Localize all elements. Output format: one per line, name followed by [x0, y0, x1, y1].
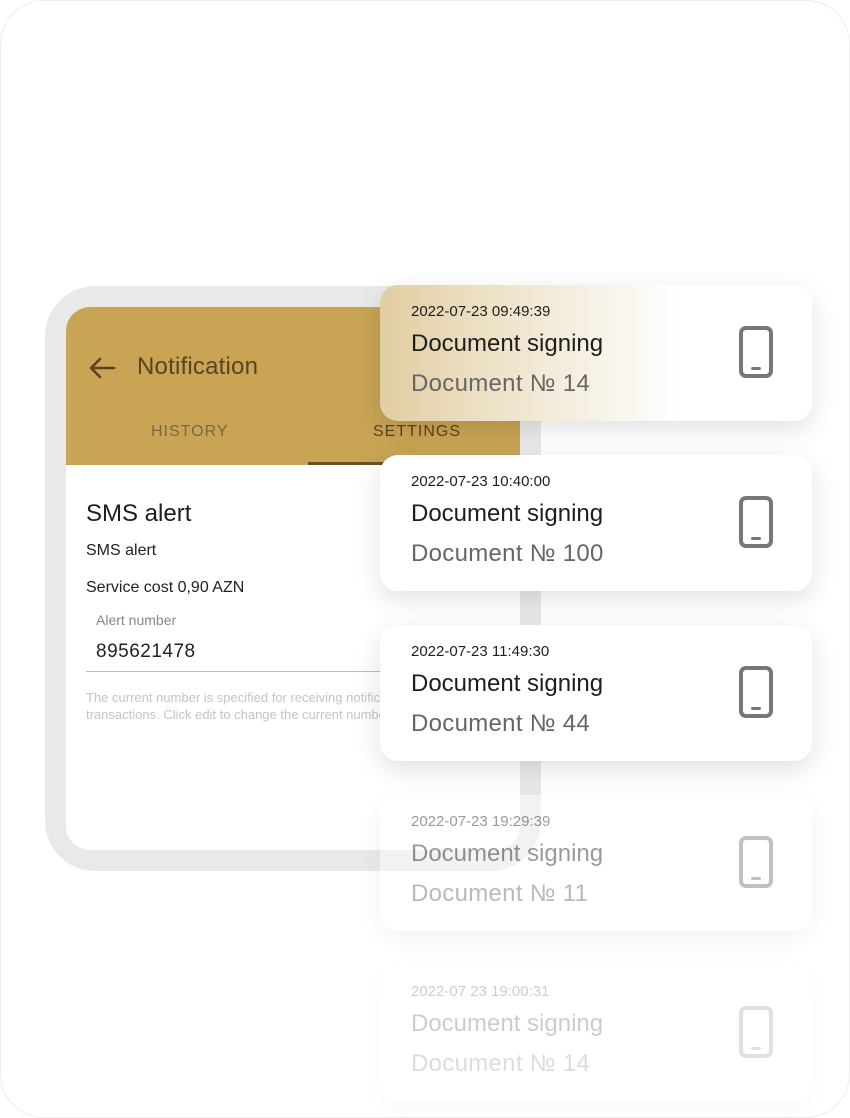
notification-title: Document signing [411, 1010, 604, 1037]
sms-alert-subtitle: SMS alert [86, 542, 157, 559]
notification-time: 2022-07-23 19:29:39 [411, 813, 551, 830]
notification-document: Document № 14 [411, 1050, 591, 1077]
notification-document: Document № 14 [411, 370, 591, 397]
alert-number-label: Alert number [96, 612, 177, 628]
notification-title: Document signing [411, 500, 604, 527]
notification-card[interactable]: 2022-07-23 19:29:39 Document signing Doc… [380, 795, 812, 931]
notification-document: Document № 100 [411, 540, 604, 567]
notification-time: 2022-07-23 09:49:39 [411, 303, 551, 320]
service-cost: Service cost 0,90 AZN [86, 579, 245, 596]
smartphone-icon [739, 666, 773, 718]
notification-title: Document signing [411, 670, 604, 697]
tab-settings[interactable]: SETTINGS [373, 423, 461, 441]
page-title: Notification [137, 353, 259, 380]
notification-document: Document № 44 [411, 710, 591, 737]
notification-document: Document № 11 [411, 880, 589, 907]
notification-card[interactable]: 2022-07-23 09:49:39 Document signing Doc… [380, 285, 812, 421]
notification-time: 2022-07-23 11:49:30 [411, 643, 550, 660]
smartphone-icon [739, 326, 773, 378]
notification-card[interactable]: 2022-07 23 19:00:31 Document signing Doc… [380, 965, 812, 1101]
notification-title: Document signing [411, 840, 604, 867]
smartphone-icon [739, 836, 773, 888]
back-arrow-icon[interactable] [88, 355, 116, 381]
notification-card[interactable]: 2022-07-23 10:40:00 Document signing Doc… [380, 455, 812, 591]
tab-history[interactable]: HISTORY [151, 423, 229, 441]
section-title: SMS alert [86, 500, 192, 527]
smartphone-icon [739, 496, 773, 548]
alert-number-field[interactable]: 895621478 [96, 641, 196, 663]
smartphone-icon [739, 1006, 773, 1058]
page: Notification HISTORY SETTINGS SMS alert … [0, 0, 850, 1118]
notification-time: 2022-07-23 10:40:00 [411, 473, 551, 490]
notification-time: 2022-07 23 19:00:31 [411, 983, 550, 1000]
notification-title: Document signing [411, 330, 604, 357]
notification-card[interactable]: 2022-07-23 11:49:30 Document signing Doc… [380, 625, 812, 761]
